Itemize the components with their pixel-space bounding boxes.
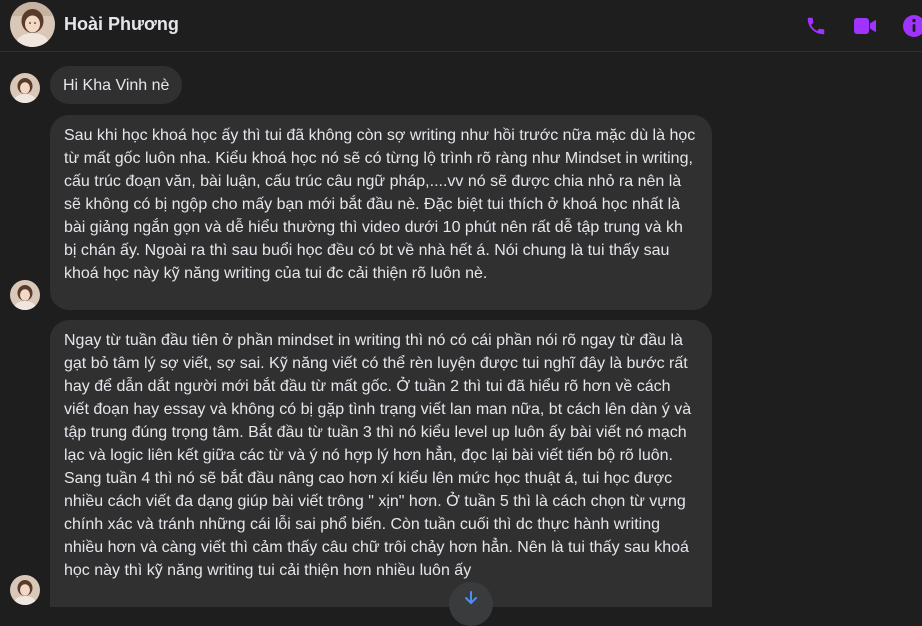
video-icon <box>854 18 876 34</box>
video-call-button[interactable] <box>852 13 878 39</box>
scroll-to-bottom-button[interactable] <box>449 582 493 626</box>
message-bubble[interactable]: Sau khi học khoá học ấy thì tui đã không… <box>50 115 712 310</box>
conversation-info-button[interactable] <box>901 13 922 39</box>
message-bubble[interactable]: Hi Kha Vinh nè <box>50 66 183 104</box>
chat-header: Hoài Phương <box>0 0 922 52</box>
sender-avatar[interactable] <box>10 280 40 310</box>
arrow-down-icon <box>465 591 477 605</box>
info-icon <box>903 15 922 37</box>
phone-call-button[interactable] <box>803 13 829 39</box>
phone-icon <box>807 17 825 35</box>
contact-avatar[interactable] <box>10 2 55 47</box>
sender-avatar[interactable] <box>10 575 40 605</box>
sender-avatar[interactable] <box>10 73 40 103</box>
contact-name[interactable]: Hoài Phương <box>64 14 179 35</box>
message-bubble[interactable]: Ngay từ tuần đầu tiên ở phần mindset in … <box>50 320 712 607</box>
